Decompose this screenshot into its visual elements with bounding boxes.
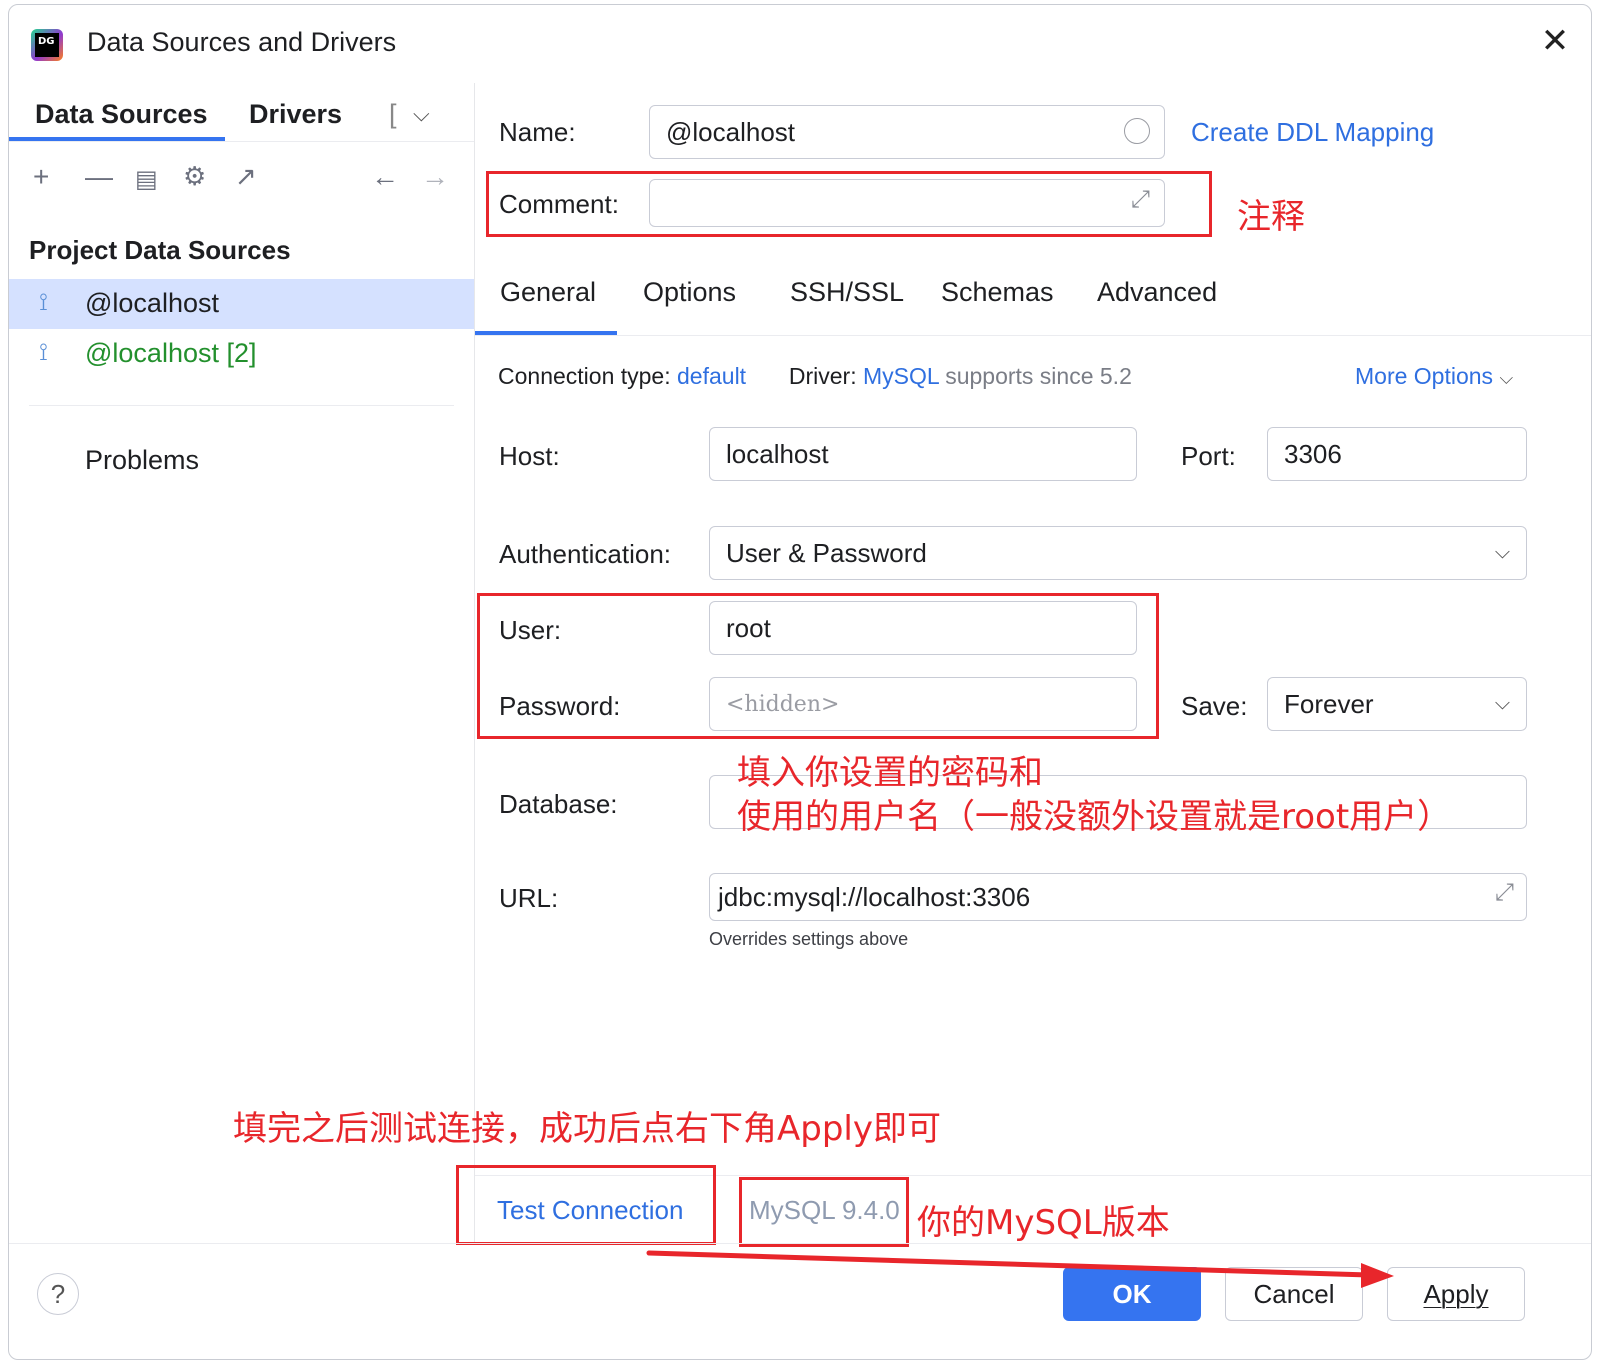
annotation-arrow-icon: [646, 1250, 1394, 1288]
data-sources-dialog: DG Data Sources and Drivers ✕ Data Sourc…: [8, 4, 1592, 1360]
